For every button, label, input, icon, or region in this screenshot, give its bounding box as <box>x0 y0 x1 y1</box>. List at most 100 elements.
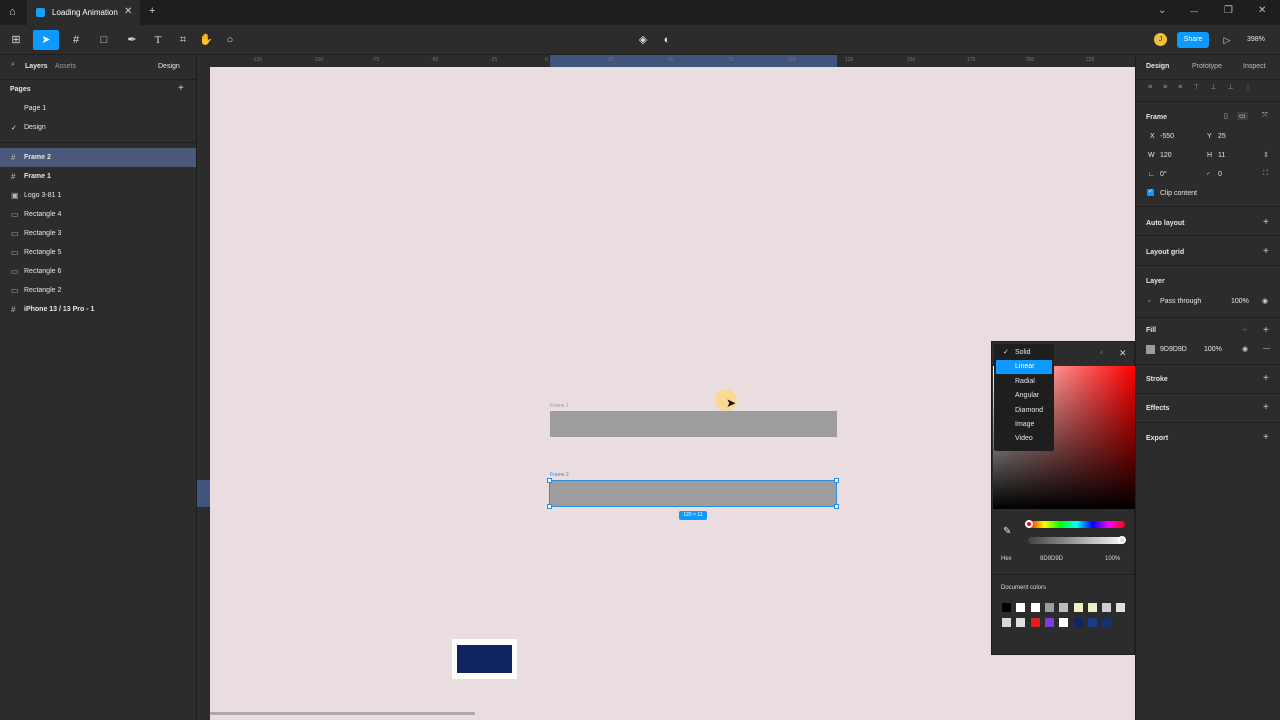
horizontal-scrollbar[interactable] <box>210 712 475 715</box>
present-icon[interactable]: ▷ <box>1220 30 1234 50</box>
search-icon[interactable]: ⌕ <box>11 61 15 69</box>
document-color-swatch[interactable] <box>1059 618 1069 627</box>
document-color-swatch[interactable] <box>1102 603 1112 612</box>
layer-logo[interactable]: ▣ Logo 3-81 1 <box>0 186 196 205</box>
fill-type-option-video[interactable]: Video <box>996 432 1052 446</box>
document-color-swatch[interactable] <box>1016 603 1026 612</box>
frame-1-bar[interactable] <box>550 411 837 437</box>
main-menu-icon[interactable]: ⊞ <box>6 30 26 50</box>
component-icon[interactable]: ◈ <box>636 30 650 50</box>
add-stroke-button[interactable]: + <box>1263 373 1269 384</box>
fill-opacity-input[interactable]: 100% <box>1204 346 1222 353</box>
x-input[interactable]: -550 <box>1160 133 1174 140</box>
tab-inspect[interactable]: Inspect <box>1243 63 1266 70</box>
w-input[interactable]: 120 <box>1160 152 1172 159</box>
hex-input[interactable]: 9D9D9D <box>1040 556 1063 562</box>
fill-hex-input[interactable]: 9D9D9D <box>1160 346 1187 353</box>
document-color-swatch[interactable] <box>1030 603 1040 612</box>
fill-swatch[interactable] <box>1146 345 1155 354</box>
document-color-swatch[interactable] <box>1002 603 1011 612</box>
layer-rectangle-3[interactable]: ▭ Rectangle 3 <box>0 224 196 243</box>
layer-opacity-input[interactable]: 100% <box>1231 298 1249 305</box>
auto-layout-title[interactable]: Auto layout <box>1146 220 1185 227</box>
landscape-icon[interactable]: ▭ <box>1237 112 1248 120</box>
style-icon[interactable]: ◦ <box>1100 348 1103 357</box>
export-title[interactable]: Export <box>1146 435 1168 442</box>
document-color-swatch[interactable] <box>1002 618 1011 627</box>
resize-handle[interactable] <box>834 504 839 509</box>
fill-type-option-image[interactable]: Image <box>996 418 1052 432</box>
document-color-swatch[interactable] <box>1016 618 1026 627</box>
add-page-button[interactable]: + <box>178 83 184 94</box>
chevron-down-icon[interactable]: ⌄ <box>1158 5 1166 16</box>
portrait-icon[interactable]: ▯ <box>1224 112 1228 120</box>
hue-slider[interactable] <box>1028 521 1125 528</box>
document-colors-dropdown[interactable]: Document colors <box>1001 585 1046 591</box>
share-button[interactable]: Share <box>1177 32 1209 48</box>
logo-image[interactable] <box>452 639 517 679</box>
layer-frame-2[interactable]: # Frame 2 <box>0 148 196 167</box>
eyedropper-icon[interactable]: ✎ <box>1003 526 1011 537</box>
effects-title[interactable]: Effects <box>1146 405 1169 412</box>
rotation-input[interactable]: 0° <box>1160 171 1167 178</box>
document-color-swatch[interactable] <box>1073 603 1083 612</box>
zoom-level[interactable]: 398% <box>1247 36 1265 43</box>
selection-box[interactable] <box>549 480 837 507</box>
remove-fill-icon[interactable]: — <box>1263 345 1270 352</box>
add-layout-grid-button[interactable]: + <box>1263 246 1269 257</box>
resize-handle[interactable] <box>834 478 839 483</box>
page-item-page-1[interactable]: Page 1 <box>24 105 46 112</box>
document-color-swatch[interactable] <box>1044 618 1054 627</box>
document-color-swatch[interactable] <box>1073 618 1083 627</box>
tab-loading-animation[interactable]: Loading Animation ✕ <box>27 0 140 25</box>
document-color-swatch[interactable] <box>1087 618 1097 627</box>
tab-prototype[interactable]: Prototype <box>1192 63 1222 70</box>
fill-type-option-linear[interactable]: Linear <box>996 360 1052 375</box>
frame-tool-icon[interactable]: # <box>66 30 86 50</box>
fill-visibility-icon[interactable]: ◉ <box>1242 345 1248 353</box>
document-color-swatch[interactable] <box>1044 603 1054 612</box>
document-color-swatch[interactable] <box>1116 603 1126 612</box>
minimize-button[interactable]: — <box>1190 7 1198 16</box>
fill-type-option-angular[interactable]: Angular <box>996 389 1052 403</box>
color-format-dropdown[interactable]: Hex <box>1001 556 1012 562</box>
fill-type-option-solid[interactable]: ✓ Solid <box>996 346 1052 360</box>
hand-tool-icon[interactable]: ✋ <box>198 30 214 50</box>
resources-tool-icon[interactable]: ⌗ <box>175 30 191 50</box>
layer-visibility-icon[interactable]: ◉ <box>1262 297 1268 305</box>
y-input[interactable]: 25 <box>1218 133 1226 140</box>
tab-close-icon[interactable]: ✕ <box>124 6 132 17</box>
h-input[interactable]: 11 <box>1218 152 1225 159</box>
resize-handle[interactable] <box>547 478 552 483</box>
frame-2-label[interactable]: Frame 2 <box>550 472 569 478</box>
move-tool-icon[interactable]: ➤ <box>33 30 59 50</box>
layer-frame-1[interactable]: # Frame 1 <box>0 167 196 186</box>
clip-content-checkbox[interactable]: ✓ <box>1147 189 1154 196</box>
constrain-proportions-icon[interactable]: ⇕ <box>1263 151 1269 159</box>
frame-section-title[interactable]: Frame <box>1146 114 1167 121</box>
opacity-slider[interactable] <box>1028 537 1125 544</box>
add-effect-button[interactable]: + <box>1263 402 1269 413</box>
layout-grid-title[interactable]: Layout grid <box>1146 249 1184 256</box>
text-tool-icon[interactable]: T <box>150 30 166 50</box>
layer-rectangle-2[interactable]: ▭ Rectangle 2 <box>0 281 196 300</box>
document-color-swatch[interactable] <box>1059 603 1069 612</box>
new-tab-button[interactable]: + <box>149 5 155 17</box>
tab-design[interactable]: Design <box>1146 63 1169 70</box>
layer-rectangle-6[interactable]: ▭ Rectangle 6 <box>0 262 196 281</box>
window-close-button[interactable]: ✕ <box>1258 5 1266 16</box>
home-icon[interactable]: ⌂ <box>9 6 16 18</box>
document-color-swatch[interactable] <box>1087 603 1097 612</box>
fill-styles-icon[interactable]: ⁘ <box>1242 326 1248 334</box>
stroke-title[interactable]: Stroke <box>1146 376 1168 383</box>
pen-tool-icon[interactable]: ✒ <box>122 30 142 50</box>
tab-layers[interactable]: Layers <box>25 63 48 70</box>
maximize-button[interactable]: ❐ <box>1224 5 1233 16</box>
fill-type-option-diamond[interactable]: Diamond <box>996 404 1052 418</box>
contrast-icon[interactable]: ◐ <box>660 30 674 50</box>
document-color-swatch[interactable] <box>1102 618 1112 627</box>
add-export-button[interactable]: + <box>1263 432 1269 443</box>
layer-iphone-frame[interactable]: # iPhone 13 / 13 Pro - 1 <box>0 300 196 319</box>
layer-rectangle-4[interactable]: ▭ Rectangle 4 <box>0 205 196 224</box>
corner-radius-input[interactable]: 0 <box>1218 171 1222 178</box>
